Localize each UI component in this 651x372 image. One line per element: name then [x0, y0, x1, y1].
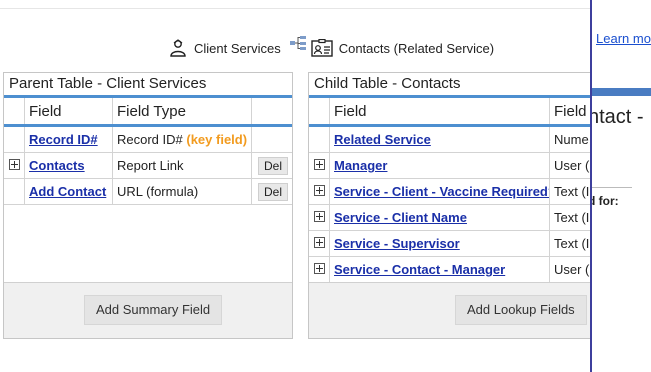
pane-subtext: d for:: [590, 194, 619, 208]
side-help-pane: Learn more ntact - d for:: [590, 0, 651, 372]
parent-footer: Add Summary Field: [4, 282, 292, 338]
table-row: Record ID# Record ID# (key field): [4, 125, 292, 153]
plus-expand-icon[interactable]: [313, 263, 325, 274]
field-link[interactable]: Service - Client Name: [334, 210, 467, 225]
table-row: Manager User (: [309, 152, 599, 179]
field-type: URL (formula): [117, 184, 199, 199]
expand-column-header: [309, 98, 330, 127]
field-type: Report Link: [117, 158, 184, 173]
contacts-related-label: Contacts (Related Service): [338, 40, 495, 56]
parent-table-panel: Parent Table - Client Services Field Fie…: [3, 72, 293, 339]
client-services-label: Client Services: [194, 40, 281, 56]
pane-header-strip: [592, 88, 651, 96]
field-column-header: Field: [329, 98, 550, 127]
child-table-title: Child Table - Contacts: [309, 73, 599, 98]
plus-expand-icon[interactable]: [8, 159, 20, 170]
delete-button[interactable]: Del: [257, 182, 288, 201]
relationship-tree-icon: [289, 35, 307, 51]
relationship-header: Client Services Contacts (Related Servic…: [168, 35, 500, 61]
field-type: Record ID#: [117, 132, 183, 147]
table-row: Service - Client - Vaccine Required? Tex…: [309, 178, 599, 205]
field-link[interactable]: Service - Contact - Manager: [334, 262, 505, 277]
learn-more-link[interactable]: Learn more: [596, 31, 651, 46]
field-type: Nume: [554, 132, 589, 147]
child-footer: Add Lookup Fields: [309, 282, 599, 338]
field-link[interactable]: Service - Client - Vaccine Required?: [334, 184, 549, 199]
field-link[interactable]: Related Service: [334, 132, 431, 147]
field-type: Text (I: [554, 236, 590, 251]
table-row: Service - Contact - Manager User (: [309, 256, 599, 283]
action-column-header: [251, 98, 292, 127]
table-row: Service - Supervisor Text (I: [309, 230, 599, 257]
parent-fields-table: Field Field Type Record ID# Record ID# (…: [4, 98, 292, 205]
action-cell: [251, 125, 292, 153]
plus-expand-icon[interactable]: [313, 211, 325, 222]
contact-card-icon: [311, 39, 333, 57]
people-icon: [168, 39, 188, 57]
field-type-column-header: Field Type: [112, 98, 253, 127]
plus-expand-icon[interactable]: [313, 185, 325, 196]
table-row: Service - Client Name Text (I: [309, 204, 599, 231]
add-lookup-fields-button[interactable]: Add Lookup Fields: [455, 295, 587, 325]
child-fields-table: Field Field Related Service Nume Manager…: [309, 98, 599, 283]
table-row: Contacts Report Link Del: [4, 152, 292, 179]
field-column-header: Field: [24, 98, 113, 127]
field-type: Text (I: [554, 210, 590, 225]
table-row: Related Service Nume: [309, 125, 599, 153]
field-type: User (: [554, 262, 590, 277]
table-row: Add Contact URL (formula) Del: [4, 178, 292, 205]
top-bar: [0, 0, 590, 9]
expand-cell: [309, 125, 330, 153]
child-table-panel: Child Table - Contacts Field Field Relat…: [308, 72, 600, 339]
field-link[interactable]: Add Contact: [29, 184, 106, 199]
parent-table-title: Parent Table - Client Services: [4, 73, 292, 98]
field-type: User (: [554, 158, 590, 173]
delete-button[interactable]: Del: [257, 156, 288, 175]
divider: [592, 187, 632, 188]
expand-column-header: [4, 98, 25, 127]
expand-cell: [4, 125, 25, 153]
field-link[interactable]: Service - Supervisor: [334, 236, 460, 251]
add-summary-field-button[interactable]: Add Summary Field: [84, 295, 223, 325]
field-link[interactable]: Record ID#: [29, 132, 98, 147]
expand-cell: [4, 178, 25, 205]
field-link[interactable]: Manager: [334, 158, 387, 173]
key-field-badge: (key field): [186, 132, 248, 147]
field-type: Text (I: [554, 184, 590, 199]
field-link[interactable]: Contacts: [29, 158, 85, 173]
pane-heading: ntact -: [590, 106, 644, 128]
plus-expand-icon[interactable]: [313, 159, 325, 170]
plus-expand-icon[interactable]: [313, 237, 325, 248]
